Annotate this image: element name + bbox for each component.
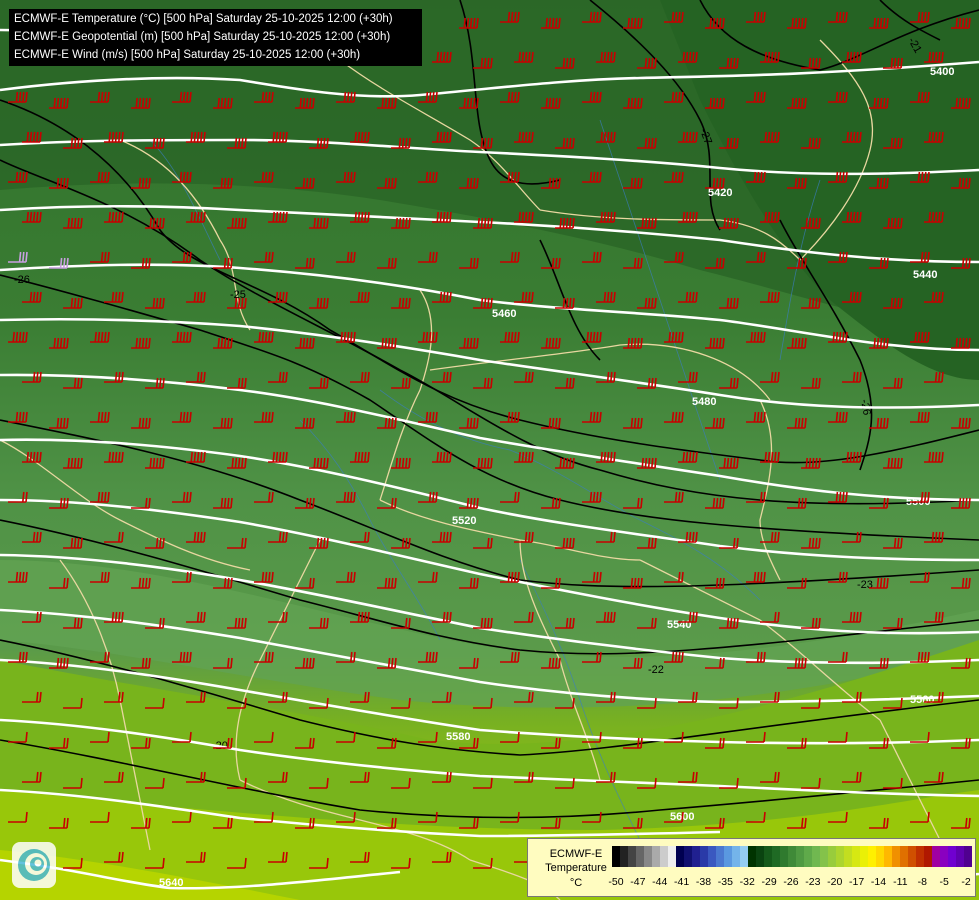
- legend-tick-label: -44: [652, 876, 668, 888]
- geo-label: 5400: [930, 66, 954, 78]
- legend-tick-label: -11: [893, 876, 908, 888]
- legend-swatch: [796, 846, 804, 867]
- legend-tick-label: -2: [961, 876, 971, 888]
- legend-tick-label: -14: [870, 876, 887, 888]
- legend-swatch: [908, 846, 916, 867]
- legend-swatch: [964, 846, 972, 867]
- legend-swatch: [764, 846, 772, 867]
- legend-swatch: [636, 846, 644, 867]
- geo-label: 5580: [446, 731, 470, 743]
- legend-title: ECMWF-E Temperature: [536, 847, 616, 875]
- temperature-legend: ECMWF-E Temperature °C -50 -47 -44 -41 -38 -3…: [527, 838, 976, 897]
- legend-swatch: [852, 846, 860, 867]
- legend-swatch: [676, 846, 684, 867]
- legend-swatch: [740, 846, 748, 867]
- legend-swatch: [940, 846, 948, 867]
- legend-tick-label: -20: [827, 876, 843, 888]
- legend-swatch: [732, 846, 740, 867]
- geo-label: 5440: [913, 269, 937, 281]
- geo-label: 5480: [692, 396, 716, 408]
- geo-label: 5540: [667, 619, 691, 631]
- legend-swatch: [628, 846, 636, 867]
- legend-tick-label: -47: [630, 876, 646, 888]
- legend-tick-label: -32: [739, 876, 755, 888]
- legend-swatch: [932, 846, 940, 867]
- legend-swatch: [612, 846, 620, 867]
- ecmwf-logo-icon: [12, 842, 56, 888]
- legend-swatch: [700, 846, 708, 867]
- forecast-map[interactable]: -21 -27 -26 -26 -25 -23 -22 -20 5400 542…: [0, 0, 979, 900]
- legend-tick-label: -5: [939, 876, 949, 888]
- geo-label: 5640: [159, 877, 183, 889]
- legend-swatch: [708, 846, 716, 867]
- legend-swatch: [812, 846, 820, 867]
- legend-swatch: [948, 846, 956, 867]
- legend-swatch: [772, 846, 780, 867]
- legend-ticks: -50 -47 -44 -41 -38 -35 -32 -29 -26 -23 -20 -17 -14-…: [608, 876, 972, 890]
- legend-swatch: [924, 846, 932, 867]
- temp-label: -26: [14, 274, 30, 286]
- legend-tick-label: -50: [608, 876, 624, 888]
- map-title-box: ECMWF-E Temperature (°C) [500 hPa] Satur…: [9, 9, 422, 66]
- title-geopotential: ECMWF-E Geopotential (m) [500 hPa] Satur…: [14, 31, 391, 43]
- legend-unit: °C: [569, 877, 583, 889]
- legend-variable: Temperature: [545, 862, 607, 874]
- legend-swatch: [820, 846, 828, 867]
- legend-swatch: [620, 846, 628, 867]
- legend-tick-label: -23: [805, 876, 821, 888]
- legend-swatch: [780, 846, 788, 867]
- title-wind: ECMWF-E Wind (m/s) [500 hPa] Saturday 25…: [14, 49, 361, 61]
- legend-tick-label: -8: [917, 876, 927, 888]
- legend-swatch: [716, 846, 724, 867]
- legend-model: ECMWF-E: [549, 848, 603, 860]
- legend-swatch: [724, 846, 732, 867]
- legend-swatch: [644, 846, 652, 867]
- legend-swatch: [900, 846, 908, 867]
- legend-swatch: [860, 846, 868, 867]
- geo-label: 5520: [452, 515, 476, 527]
- legend-swatch: [756, 846, 764, 867]
- legend-tick-label: -35: [717, 876, 733, 888]
- legend-swatch: [892, 846, 900, 867]
- geo-label: 5460: [492, 308, 516, 320]
- legend-swatch: [868, 846, 876, 867]
- legend-tick-label: -17: [849, 876, 865, 888]
- temp-label: -25: [230, 289, 246, 301]
- legend-color-bar: [612, 846, 972, 867]
- legend-swatch: [692, 846, 700, 867]
- legend-swatch: [668, 846, 676, 867]
- legend-tick-label: -38: [695, 876, 712, 888]
- legend-swatch: [684, 846, 692, 867]
- legend-swatch: [804, 846, 812, 867]
- legend-tick-label: -26: [783, 876, 799, 888]
- legend-swatch: [956, 846, 964, 867]
- legend-swatch: [748, 846, 756, 867]
- title-temperature: ECMWF-E Temperature (°C) [500 hPa] Satur…: [14, 13, 393, 25]
- geo-label: 5560: [910, 694, 934, 706]
- legend-swatch: [788, 846, 796, 867]
- temp-label: -23: [857, 579, 873, 591]
- legend-swatch: [660, 846, 668, 867]
- legend-swatch: [828, 846, 836, 867]
- legend-swatch: [876, 846, 884, 867]
- legend-swatch: [652, 846, 660, 867]
- legend-swatch: [836, 846, 844, 867]
- legend-swatch: [884, 846, 892, 867]
- legend-tick-label: -41: [674, 876, 690, 888]
- temp-label: -22: [648, 664, 664, 676]
- legend-swatch: [916, 846, 924, 867]
- legend-swatch: [844, 846, 852, 867]
- legend-tick-label: -29: [761, 876, 777, 888]
